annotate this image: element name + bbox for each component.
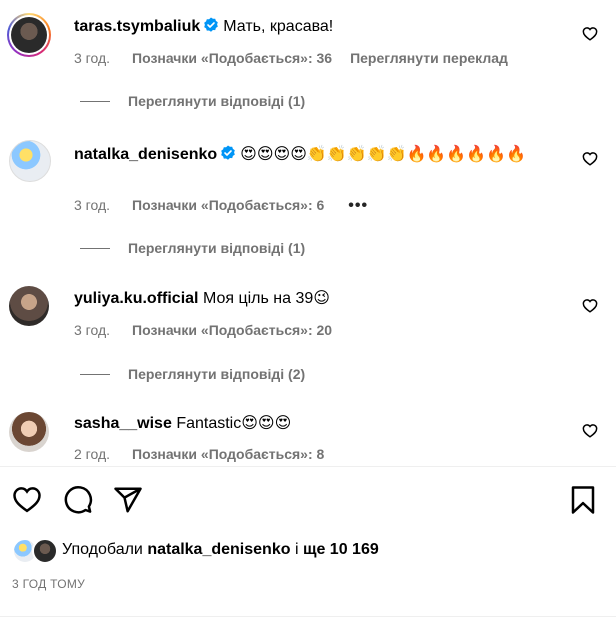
avatar[interactable] [9,286,49,326]
replies-divider [80,374,110,375]
comment-username[interactable]: yuliya.ku.official [74,290,198,307]
comment-text: 😍😍😍😍👏👏👏👏👏🔥🔥🔥🔥🔥🔥 [240,144,527,163]
more-options-icon[interactable]: ••• [348,197,368,214]
comment-time: 2 год. [74,446,111,462]
comment-time: 3 год. [74,322,111,338]
comment-time: 3 год. [74,50,111,66]
section-divider [0,466,616,467]
comment-text: Моя ціль на 39😉 [202,290,330,307]
liked-by-others[interactable]: ще 10 169 [303,541,379,558]
verified-badge-icon [204,17,219,32]
comment-username[interactable]: natalka_denisenko [74,146,217,163]
view-replies-button[interactable]: Переглянути відповіді (1) [80,240,305,256]
view-replies-label: Переглянути відповіді (1) [128,93,306,109]
verified-badge-icon [221,145,235,160]
comment-username[interactable]: sasha__wise [74,415,172,432]
post-time-ago[interactable]: 3 ГОД ТОМУ [12,577,85,591]
view-replies-label: Переглянути відповіді (1) [128,240,306,256]
comment-likes-count[interactable]: Позначки «Подобається»: 36 [132,50,332,66]
comment-like-heart-icon[interactable] [582,423,598,438]
avatar[interactable] [7,13,51,57]
comment-time: 3 год. [74,197,111,213]
translate-button[interactable]: Переглянути переклад [350,50,508,66]
avatar[interactable] [9,412,49,452]
liked-by-user[interactable]: natalka_denisenko [147,541,290,558]
comment-text: Fantastic😍😍😍 [176,415,292,432]
comment-text: Мать, красава! [223,18,334,35]
view-replies-label: Переглянути відповіді (2) [128,366,306,382]
replies-divider [80,101,110,102]
liker-avatar [32,538,58,564]
comment-like-heart-icon[interactable] [582,26,598,41]
send-icon[interactable] [113,485,143,515]
comment-username[interactable]: taras.tsymbaliuk [74,18,200,35]
comment-likes-count[interactable]: Позначки «Подобається»: 6 [132,197,324,213]
comment-likes-count[interactable]: Позначки «Подобається»: 20 [132,322,332,338]
post-action-bar [0,485,616,517]
view-replies-button[interactable]: Переглянути відповіді (2) [80,366,305,382]
bookmark-icon[interactable] [570,485,596,515]
comment-likes-count[interactable]: Позначки «Подобається»: 8 [132,446,324,462]
replies-divider [80,248,110,249]
liked-by-conj: і [294,541,299,558]
avatar[interactable] [9,140,51,182]
comment-like-heart-icon[interactable] [582,298,598,313]
comment-icon[interactable] [63,485,93,515]
heart-icon[interactable] [12,485,42,513]
liked-by-prefix: Уподобали [62,541,143,558]
bottom-divider [0,616,616,617]
comment-like-heart-icon[interactable] [582,151,598,166]
view-replies-button[interactable]: Переглянути відповіді (1) [80,93,305,109]
